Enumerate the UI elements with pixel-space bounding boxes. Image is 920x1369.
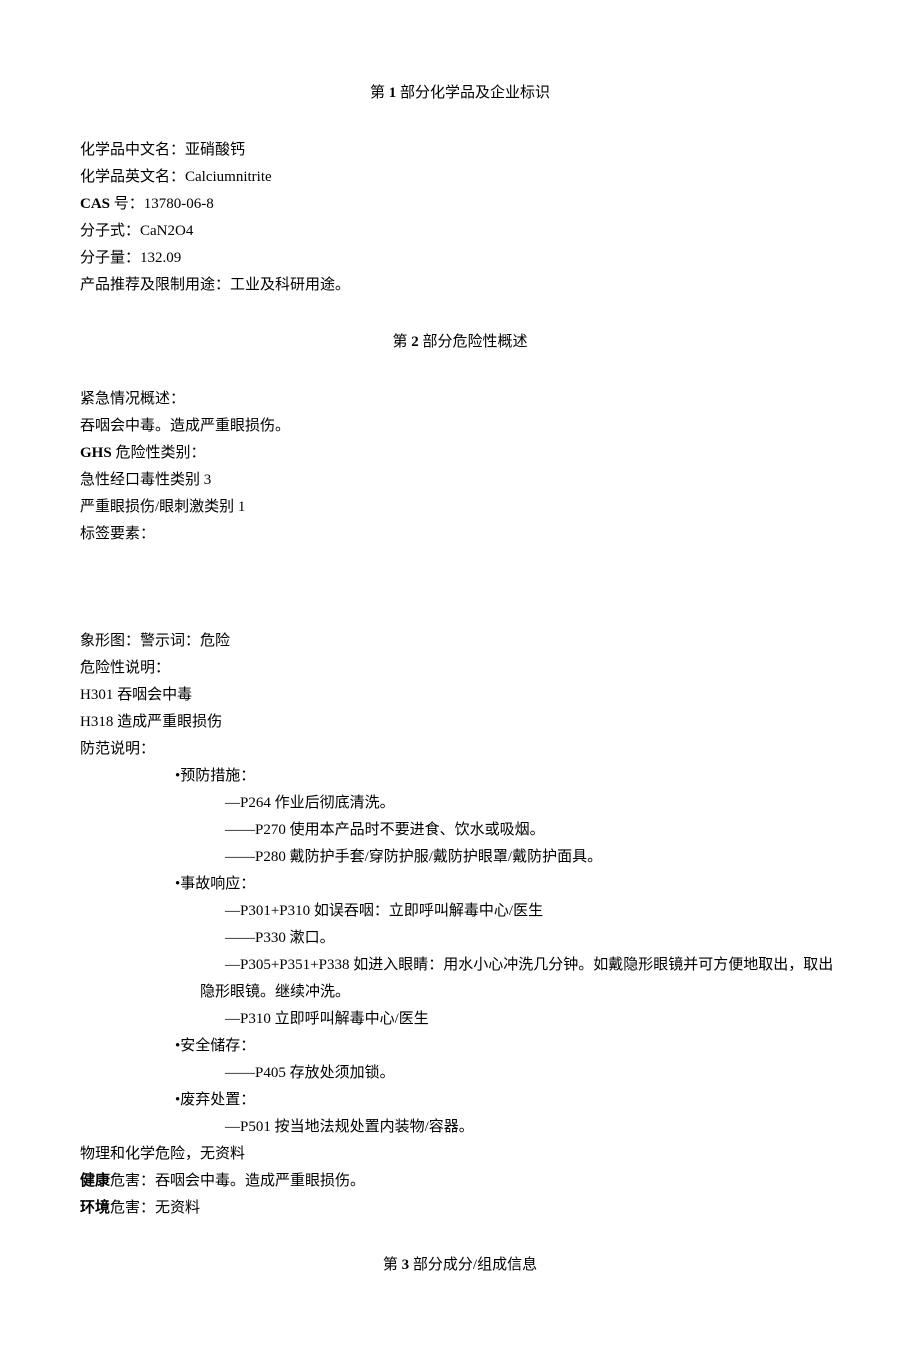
label-elements: 标签要素： [80, 521, 840, 548]
mw-value: 132.09 [140, 250, 181, 266]
section-prefix: 第 [370, 85, 389, 101]
section-1-body: 化学品中文名：亚硝酸钙 化学品英文名：Calciumnitrite CAS 号：… [80, 137, 840, 299]
section-suffix: 部分危险性概述 [419, 334, 528, 350]
precaution-label: 防范说明： [80, 736, 840, 763]
use-row: 产品推荐及限制用途：工业及科研用途。 [80, 272, 840, 299]
ghs-cat2: 严重眼损伤/眼刺激类别 1 [80, 494, 840, 521]
section-3-header: 第 3 部分成分/组成信息 [80, 1252, 840, 1279]
p270: ——P270 使用本产品时不要进食、饮水或吸烟。 [80, 817, 840, 844]
formula-value: CaN2O4 [140, 223, 193, 239]
name-cn-row: 化学品中文名：亚硝酸钙 [80, 137, 840, 164]
p330: ——P330 漱口。 [80, 925, 840, 952]
p280: ——P280 戴防护手套/穿防护服/戴防护眼罩/戴防护面具。 [80, 844, 840, 871]
section-1-header: 第 1 部分化学品及企业标识 [80, 80, 840, 107]
name-en-label: 化学品英文名： [80, 169, 185, 185]
ghs-label: GHS [80, 445, 112, 461]
section-prefix: 第 [392, 334, 411, 350]
ghs-suffix: 危险性类别： [112, 445, 206, 461]
formula-label: 分子式： [80, 223, 140, 239]
mw-label: 分子量： [80, 250, 140, 266]
section-2-body: 紧急情况概述： 吞咽会中毒。造成严重眼损伤。 GHS 危险性类别： 急性经口毒性… [80, 386, 840, 1222]
prevention-label: •预防措施： [80, 763, 840, 790]
disposal-label: •废弃处置： [80, 1087, 840, 1114]
p264: —P264 作业后彻底清洗。 [80, 790, 840, 817]
p305: —P305+P351+P338 如进入眼睛：用水小心冲洗几分钟。如戴隐形眼镜并可… [80, 952, 840, 979]
p301p310: —P301+P310 如误吞咽：立即呼叫解毒中心/医生 [80, 898, 840, 925]
name-cn-label: 化学品中文名： [80, 142, 185, 158]
name-en-value: Calciumnitrite [185, 169, 272, 185]
pictogram-text: 象形图：警示词：危险 [80, 628, 840, 655]
health-row: 健康危害：吞咽会中毒。造成严重眼损伤。 [80, 1168, 840, 1195]
env-row: 环境危害：无资料 [80, 1195, 840, 1222]
pictogram-placeholder [80, 548, 840, 628]
p305-cont: 隐形眼镜。继续冲洗。 [80, 979, 840, 1006]
health-label: 健康 [80, 1173, 110, 1189]
ghs-row: GHS 危险性类别： [80, 440, 840, 467]
env-label: 环境 [80, 1200, 110, 1216]
hazard-statement-label: 危险性说明： [80, 655, 840, 682]
name-cn-value: 亚硝酸钙 [185, 142, 245, 158]
emergency-text: 吞咽会中毒。造成严重眼损伤。 [80, 413, 840, 440]
env-text: 危害：无资料 [110, 1200, 200, 1216]
section-prefix: 第 [383, 1257, 402, 1273]
section-2-header: 第 2 部分危险性概述 [80, 329, 840, 356]
p501: —P501 按当地法规处置内装物/容器。 [80, 1114, 840, 1141]
p310: —P310 立即呼叫解毒中心/医生 [80, 1006, 840, 1033]
phys-chem: 物理和化学危险，无资料 [80, 1141, 840, 1168]
emergency-label: 紧急情况概述： [80, 386, 840, 413]
cas-row: CAS 号：13780-06-8 [80, 191, 840, 218]
name-en-row: 化学品英文名：Calciumnitrite [80, 164, 840, 191]
section-suffix: 部分成分/组成信息 [409, 1257, 537, 1273]
use-value: 工业及科研用途。 [230, 277, 350, 293]
section-suffix: 部分化学品及企业标识 [396, 85, 550, 101]
cas-value: 13780-06-8 [144, 196, 214, 212]
h318: H318 造成严重眼损伤 [80, 709, 840, 736]
ghs-cat1: 急性经口毒性类别 3 [80, 467, 840, 494]
p405: ——P405 存放处须加锁。 [80, 1060, 840, 1087]
section-num: 2 [411, 334, 419, 350]
cas-suffix: 号： [110, 196, 144, 212]
mw-row: 分子量：132.09 [80, 245, 840, 272]
use-label: 产品推荐及限制用途： [80, 277, 230, 293]
health-text: 危害：吞咽会中毒。造成严重眼损伤。 [110, 1173, 365, 1189]
storage-label: •安全储存： [80, 1033, 840, 1060]
response-label: •事故响应： [80, 871, 840, 898]
h301: H301 吞咽会中毒 [80, 682, 840, 709]
formula-row: 分子式：CaN2O4 [80, 218, 840, 245]
cas-label: CAS [80, 196, 110, 212]
